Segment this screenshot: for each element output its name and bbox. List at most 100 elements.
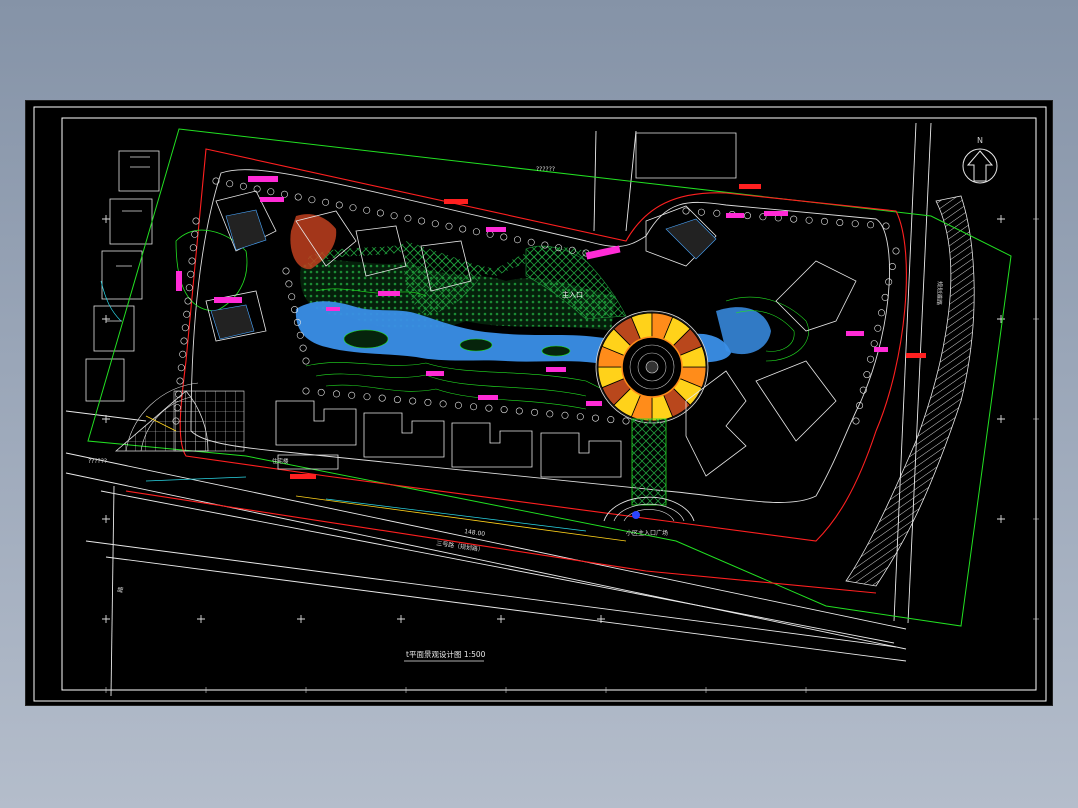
tree-symbol	[294, 193, 302, 201]
tree-symbol	[485, 404, 493, 412]
tree-symbol	[431, 220, 439, 228]
tree-symbol	[515, 407, 523, 415]
road-label-left: 路	[116, 586, 125, 593]
tree-symbol	[546, 410, 554, 418]
tree-symbol	[513, 236, 521, 244]
tree-symbol	[459, 225, 467, 233]
tree-symbol	[299, 344, 307, 352]
tree-symbol	[790, 215, 798, 223]
tree-symbol	[576, 413, 584, 421]
tree-symbol	[836, 219, 844, 227]
south-walkway	[631, 418, 667, 506]
tree-symbol	[470, 403, 478, 411]
tree-symbol	[302, 387, 310, 395]
tree-symbol	[363, 206, 371, 214]
tree-symbol	[226, 180, 234, 188]
level-label: 148.00	[464, 528, 486, 538]
central-plaza	[595, 310, 709, 424]
drawing-title: t平面景观设计图 1:500	[406, 649, 486, 659]
tree-symbol	[192, 217, 200, 225]
tree-symbol	[185, 284, 193, 292]
left-buildings	[85, 150, 160, 402]
north-label: N	[977, 136, 983, 145]
cad-drawing-canvas[interactable]: N t平面景观设计图 1:500 主入口 三号路（规划路） 148.00 小区主…	[26, 101, 1054, 707]
cad-viewport[interactable]: N t平面景观设计图 1:500 主入口 三号路（规划路） 148.00 小区主…	[25, 100, 1053, 706]
tree-symbol	[179, 350, 187, 358]
tree-symbol	[877, 309, 885, 317]
tree-symbol	[500, 233, 508, 241]
tree-symbol	[409, 397, 417, 405]
tree-symbol	[439, 400, 447, 408]
tree-symbol	[177, 364, 185, 372]
tree-symbol	[322, 198, 330, 206]
tree-symbol	[349, 204, 357, 212]
entrance-label: 主入口	[562, 290, 583, 299]
tree-symbol	[393, 396, 401, 404]
tree-symbol	[288, 293, 296, 301]
tree-symbol	[191, 230, 199, 238]
tree-symbol	[820, 217, 828, 225]
tree-symbol	[531, 408, 539, 416]
tree-symbol	[317, 388, 325, 396]
tree-symbol	[189, 244, 197, 252]
tree-symbol	[302, 357, 310, 365]
tree-symbol	[527, 238, 535, 246]
tree-symbol	[866, 355, 874, 363]
tree-symbol	[188, 257, 196, 265]
tree-symbol	[187, 270, 195, 278]
misc-label: ??????	[88, 458, 107, 465]
tree-symbol	[332, 390, 340, 398]
tree-symbol	[181, 324, 189, 332]
tree-symbol	[418, 217, 426, 225]
tree-symbol	[882, 222, 890, 230]
tree-symbol	[424, 398, 432, 406]
tree-symbol	[892, 247, 900, 255]
tree-symbol	[743, 212, 751, 220]
gate-label: 小区主入口广场	[626, 529, 668, 537]
gate-marker	[632, 511, 640, 519]
tree-symbol	[500, 406, 508, 414]
misc-label-top: ??????	[536, 166, 555, 173]
tree-symbol	[183, 310, 191, 318]
tree-symbol	[335, 201, 343, 209]
road-label-bottom: 三号路（规划路）	[436, 539, 485, 554]
tree-symbol	[285, 280, 293, 288]
tree-symbol	[851, 220, 859, 228]
tree-symbol	[180, 337, 188, 345]
tree-symbol	[697, 208, 705, 216]
tree-symbol	[713, 209, 721, 217]
tree-symbol	[363, 393, 371, 401]
tree-symbol	[472, 228, 480, 236]
tree-symbol	[253, 185, 261, 193]
tree-symbol	[239, 182, 247, 190]
road-label-right: 规划道路	[935, 281, 944, 305]
tree-symbol	[888, 263, 896, 271]
tree-symbol	[376, 209, 384, 217]
building-tag: 住宅楼	[272, 457, 289, 465]
tree-symbol	[445, 222, 453, 230]
tree-symbol	[282, 267, 290, 275]
tree-symbol	[622, 417, 630, 425]
tree-symbol	[404, 214, 412, 222]
tree-symbol	[867, 221, 875, 229]
tree-symbol	[486, 230, 494, 238]
tree-symbol	[591, 414, 599, 422]
tree-symbol	[176, 377, 184, 385]
tree-symbol	[378, 394, 386, 402]
tree-symbol	[863, 371, 871, 379]
tree-symbol	[348, 391, 356, 399]
tree-symbol	[296, 331, 304, 339]
tree-symbol	[561, 411, 569, 419]
tree-symbol	[184, 297, 192, 305]
tree-symbol	[454, 401, 462, 409]
tree-symbol	[881, 293, 889, 301]
tree-symbol	[852, 417, 860, 425]
tree-symbol	[267, 188, 275, 196]
tree-symbol	[805, 216, 813, 224]
north-arrow	[962, 148, 998, 184]
tree-symbol	[607, 416, 615, 424]
tree-symbol	[281, 190, 289, 198]
tree-symbol	[390, 212, 398, 220]
fan-plaza	[114, 382, 245, 452]
tree-symbol	[874, 324, 882, 332]
